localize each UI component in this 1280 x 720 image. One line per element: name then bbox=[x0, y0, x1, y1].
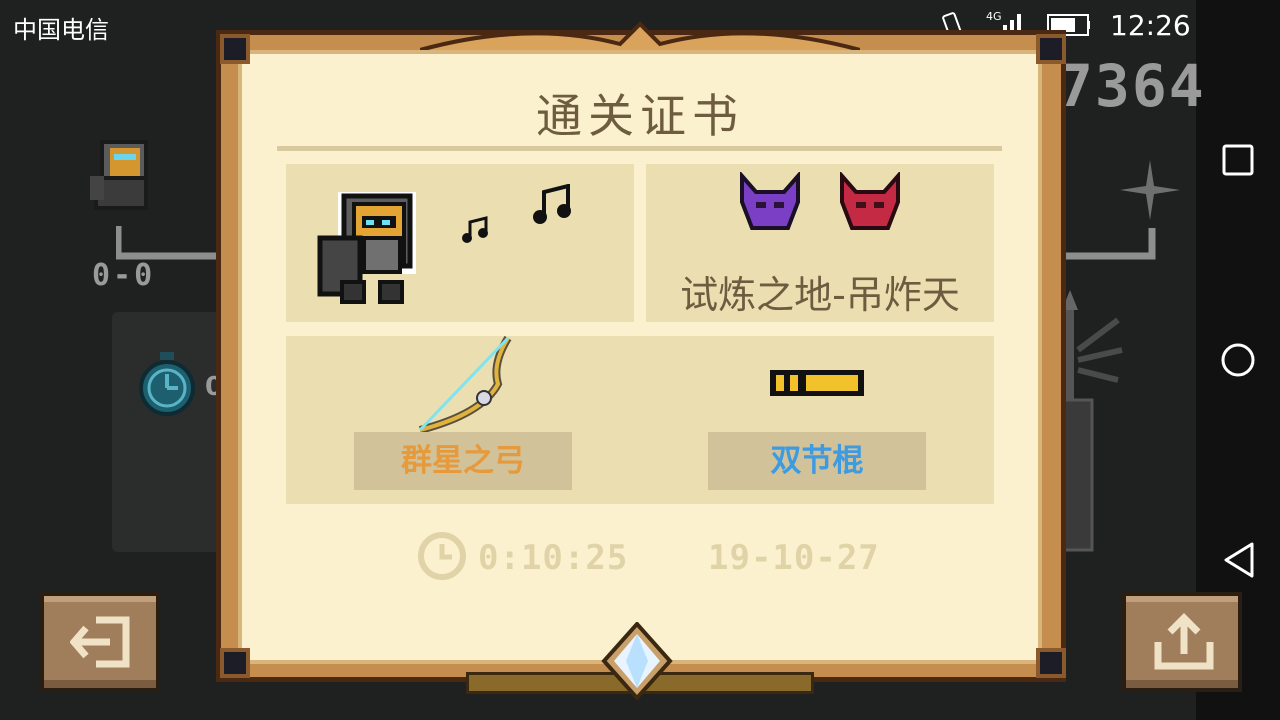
back-button[interactable] bbox=[1220, 540, 1256, 580]
purple-demon-mask-icon bbox=[740, 172, 800, 230]
red-demon-mask-icon bbox=[840, 172, 900, 230]
music-note-small-icon bbox=[462, 216, 488, 243]
frame-corner-bottom-left bbox=[220, 648, 250, 678]
recents-button[interactable] bbox=[1222, 144, 1254, 176]
share-icon bbox=[1154, 613, 1214, 670]
frame-corner-top-left bbox=[220, 34, 250, 64]
nunchaku-weapon-icon bbox=[770, 370, 864, 396]
carrier-name: 中国电信 bbox=[13, 16, 109, 44]
background-ledge bbox=[116, 226, 220, 260]
frame-corner-top-right bbox=[1036, 34, 1066, 64]
background-ledge-right bbox=[1058, 228, 1156, 260]
network-type-label: 4G bbox=[986, 10, 1002, 23]
certificate-title: 通关证书 bbox=[536, 89, 744, 143]
frame-corner-bottom-right bbox=[1036, 648, 1066, 678]
stopwatch-icon bbox=[139, 352, 195, 416]
triangle-back-icon bbox=[1224, 542, 1254, 578]
knight-avatar-icon bbox=[90, 140, 148, 210]
share-button[interactable] bbox=[1122, 592, 1242, 692]
weapon-1-label: 群星之弓 bbox=[354, 432, 572, 490]
knight-character-icon bbox=[317, 192, 416, 304]
title-divider bbox=[277, 146, 1002, 151]
exit-icon bbox=[70, 616, 130, 668]
exit-button[interactable] bbox=[40, 592, 160, 692]
clock-icon bbox=[418, 532, 466, 580]
weapon-2-label: 双节棍 bbox=[708, 432, 926, 490]
sparkle-icon bbox=[1120, 160, 1180, 220]
home-button[interactable] bbox=[1220, 342, 1256, 378]
star-bow-weapon-icon bbox=[418, 335, 512, 434]
square-icon bbox=[1222, 144, 1254, 176]
weapon-statue-icon bbox=[1058, 290, 1123, 552]
stage-name: 试炼之地-吊炸天 bbox=[680, 273, 960, 317]
clear-time: 0:10:25 bbox=[478, 538, 629, 578]
clear-date: 19-10-27 bbox=[708, 538, 880, 578]
status-clock: 12:26 bbox=[1110, 9, 1191, 42]
diamond-gem-icon bbox=[601, 622, 673, 700]
background-panel bbox=[112, 312, 232, 552]
background-score-small: 0-0 bbox=[92, 258, 156, 293]
music-note-large-icon bbox=[533, 184, 571, 224]
circle-icon bbox=[1221, 343, 1255, 377]
